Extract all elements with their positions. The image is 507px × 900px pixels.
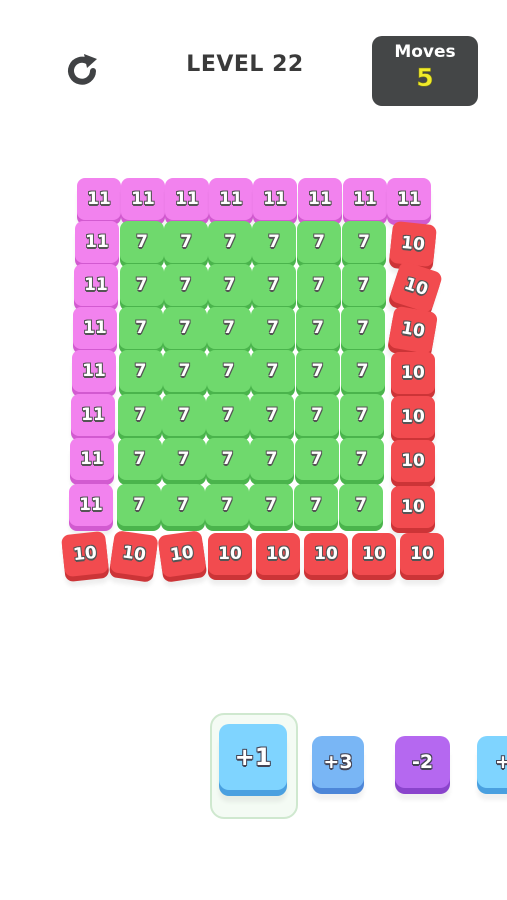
board-tile: 11	[70, 438, 114, 480]
board-tile: 10	[157, 530, 207, 578]
board-tile: 7	[207, 307, 251, 349]
board-tile: 7	[249, 484, 293, 526]
board-tile: 11	[121, 178, 165, 220]
tray-piece[interactable]: +1	[219, 724, 287, 790]
board-tile: 7	[206, 394, 250, 436]
board-tile: 7	[296, 307, 340, 349]
board-tile: 11	[72, 350, 116, 392]
board-tile: 10	[391, 352, 435, 394]
board-tile: 10	[391, 486, 435, 528]
board-tile: 10	[388, 260, 444, 314]
board-tile: 7	[163, 264, 208, 306]
board-tile: 7	[118, 394, 162, 436]
board-tile: 11	[343, 178, 387, 220]
board-tile: 7	[252, 221, 296, 263]
board-tile: 10	[400, 533, 444, 575]
board-tile: 10	[304, 533, 348, 575]
board-tile: 7	[119, 264, 164, 306]
board-tile: 7	[162, 350, 207, 392]
board-tile: 10	[208, 533, 252, 575]
board-tile: 11	[165, 178, 209, 220]
board-tile: 10	[256, 533, 300, 575]
board-tile: 11	[75, 221, 119, 263]
board-tile: 7	[249, 438, 294, 480]
board-tile: 7	[295, 350, 340, 392]
board-tile: 7	[208, 221, 252, 263]
board-tile: 10	[391, 440, 435, 482]
board-tile: 10	[391, 396, 435, 438]
board-tile: 11	[71, 394, 115, 436]
board-tile: 7	[340, 394, 384, 436]
board-tile: 7	[294, 484, 338, 526]
board-tile: 11	[298, 178, 342, 220]
board-tile: 7	[119, 307, 163, 349]
board-tile: 11	[253, 178, 297, 220]
board-tile: 7	[250, 350, 295, 392]
board-tile: 11	[69, 484, 113, 526]
board-tile: 7	[297, 221, 341, 263]
board-tile: 11	[73, 307, 117, 349]
board-tile: 7	[120, 221, 164, 263]
board-tile: 7	[207, 264, 252, 306]
board-tile: 11	[209, 178, 253, 220]
board-tile: 10	[387, 305, 439, 355]
tray-piece[interactable]: +	[477, 736, 507, 788]
board-tile: 7	[294, 438, 339, 480]
board-tile: 7	[164, 221, 208, 263]
board-tile: 11	[77, 178, 121, 220]
board-tile: 10	[352, 533, 396, 575]
board-tile: 7	[341, 307, 385, 349]
board-tile: 7	[118, 350, 163, 392]
board-tile: 7	[251, 264, 296, 306]
board-tile: 10	[388, 220, 438, 268]
board-tile: 11	[387, 178, 431, 220]
board-tile: 7	[340, 350, 385, 392]
board-tile: 7	[117, 484, 161, 526]
board-tile: 11	[74, 264, 118, 306]
board-tile: 7	[205, 484, 249, 526]
board-tile: 10	[60, 530, 110, 578]
board-tile: 7	[295, 394, 339, 436]
board-tile: 10	[109, 530, 159, 578]
tray-piece[interactable]: -2	[395, 736, 450, 788]
board-tile: 7	[250, 394, 294, 436]
board-tile: 7	[161, 484, 205, 526]
board-tile: 7	[342, 221, 386, 263]
board-tile: 7	[206, 350, 251, 392]
board-tile: 7	[163, 307, 207, 349]
board-tile: 7	[339, 438, 384, 480]
board-tile: 7	[339, 484, 383, 526]
board-tile: 7	[162, 394, 206, 436]
tray-piece[interactable]: +3	[312, 736, 364, 788]
board-tile: 7	[296, 264, 341, 306]
board-tile: 7	[341, 264, 386, 306]
board-tile: 7	[161, 438, 206, 480]
board-tile: 7	[117, 438, 162, 480]
board-tile: 7	[205, 438, 250, 480]
piece-tray: +1 +3 -2 +	[0, 700, 507, 840]
board-tile: 7	[251, 307, 295, 349]
game-board: 11 11 11 11 11 11 11 11 11 7 7 7 7 7 7 10 11 7 7 7 7 7 7 10 11 7 7…	[0, 0, 507, 620]
